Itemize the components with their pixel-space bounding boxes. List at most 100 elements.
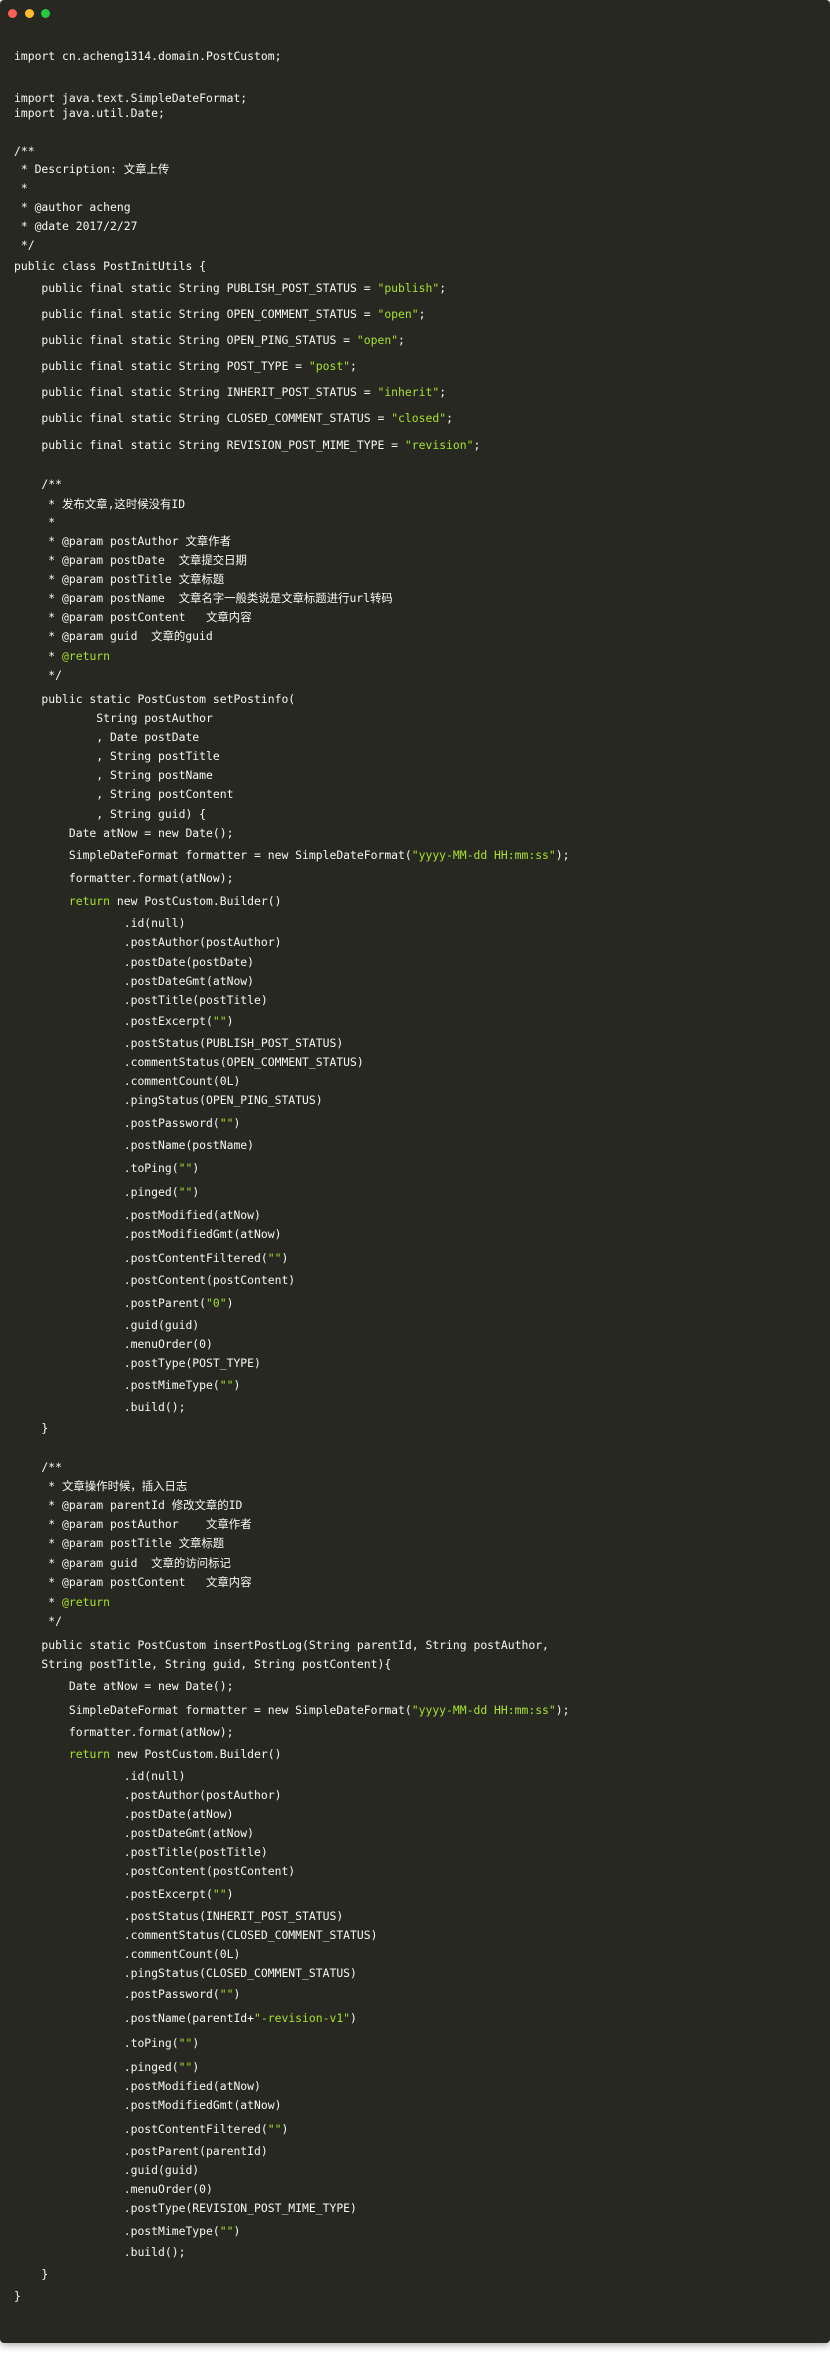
string-literal: "0" [206,1296,227,1310]
code-line: .postContentFiltered("") [14,2122,289,2137]
code-line: .postAuthor(postAuthor) [14,935,282,949]
code-text: .pinged( [14,1185,179,1199]
string-literal: "" [178,1185,193,1199]
keyword: return [68,1747,111,1761]
code-text: .postContentFiltered( [14,1251,268,1265]
close-window-icon[interactable] [8,9,17,18]
code-line: import java.util.Date; [14,106,165,120]
code-line: public final static String POST_TYPE = "… [14,359,356,374]
code-text: ) [226,1014,234,1028]
code-line: .pingStatus(CLOSED_COMMENT_STATUS) [14,1966,357,1980]
code-line: , Date postDate [14,730,200,744]
code-line: } [14,2289,21,2303]
string-literal: "" [219,2224,234,2238]
code-line: .postTitle(postTitle) [14,993,268,1007]
code-line: .postType(REVISION_POST_MIME_TYPE) [14,2201,357,2215]
code-line: * [14,515,56,529]
code-text: ; [418,307,426,321]
code-text: ) [192,1185,200,1199]
code-line: * @param postContent 文章内容 [14,1575,252,1589]
string-literal: "publish" [377,281,440,295]
code-line: */ [14,238,35,252]
code-line: return new PostCustom.Builder() [14,894,282,909]
code-line: } [14,2267,49,2281]
code-text: ) [192,2036,200,2050]
code-text: .postExcerpt( [14,1014,213,1028]
code-line: .postParent(parentId) [14,2144,268,2158]
code-line: .postContent(postContent) [14,1864,296,1878]
code-line: .postMimeType("") [14,1378,241,1393]
code-line: .toPing("") [14,1161,199,1176]
maximize-window-icon[interactable] [41,9,50,18]
code-text: ; [398,333,405,347]
code-line: .guid(guid) [14,2163,200,2177]
string-literal: "" [212,1014,227,1028]
string-literal: "" [219,1987,234,2001]
code-line: * @date 2017/2/27 [14,219,138,233]
string-literal: "open" [356,333,399,347]
code-line: .postMimeType("") [14,2224,241,2239]
string-literal: "-revision-v1" [254,2011,351,2025]
code-line: , String postTitle [14,749,220,763]
code-line: .guid(guid) [14,1318,200,1332]
code-line: * @return [14,649,110,664]
code-line: * @return [14,1595,110,1610]
code-text: public final static String INHERIT_POST_… [14,385,378,399]
code-line: import cn.acheng1314.domain.PostCustom; [14,49,282,63]
code-line: .menuOrder(0) [14,1337,213,1351]
string-literal: "" [212,1887,227,1901]
code-text: .postContentFiltered( [14,2122,268,2136]
code-line: , String guid) { [14,807,207,821]
code-text: new PostCustom.Builder() [110,1747,282,1761]
code-line: String postTitle, String guid, String po… [14,1657,392,1671]
code-line: * @param guid 文章的guid [14,629,213,643]
code-line: .postPassword("") [14,1987,241,2002]
code-line: public final static String OPEN_COMMENT_… [14,307,425,322]
code-text: SimpleDateFormat formatter = new SimpleD… [14,848,412,862]
code-text: SimpleDateFormat formatter = new SimpleD… [14,1703,412,1717]
code-text: ) [233,1116,241,1130]
window-titlebar [0,0,830,28]
code-line: * 发布文章,这时候没有ID [14,497,186,511]
code-line: .postAuthor(postAuthor) [14,1788,282,1802]
code-text: ; [446,411,453,425]
code-line: .postName(postName) [14,1138,255,1152]
code-line: .postContentFiltered("") [14,1251,289,1266]
code-text: new PostCustom.Builder() [110,894,282,908]
minimize-window-icon[interactable] [25,9,34,18]
code-text: public final static String POST_TYPE = [14,359,309,373]
code-line: .postParent("0") [14,1296,234,1311]
code-text: ) [233,2224,241,2238]
string-literal: "post" [308,359,351,373]
code-line: .build(); [14,1400,186,1414]
code-line: * @param postName 文章名字一般类说是文章标题进行url转码 [14,591,393,605]
string-literal: "" [267,2122,282,2136]
code-line: import java.text.SimpleDateFormat; [14,91,248,105]
code-line: .menuOrder(0) [14,2182,213,2196]
code-line: * @param postTitle 文章标题 [14,572,225,586]
code-line: formatter.format(atNow); [14,1725,234,1739]
code-line: String postAuthor [14,711,213,725]
code-line: * [14,181,28,195]
string-literal: "yyyy-MM-dd HH:mm:ss" [411,1703,556,1717]
code-line: .commentStatus(OPEN_COMMENT_STATUS) [14,1055,364,1069]
code-line: .commentCount(0L) [14,1947,241,1961]
code-line: public final static String OPEN_PING_STA… [14,333,405,348]
code-text: .postParent( [14,1296,207,1310]
string-literal: "inherit" [377,385,440,399]
code-text: .postPassword( [14,1116,220,1130]
code-line: public final static String INHERIT_POST_… [14,385,446,400]
code-text: public final static String OPEN_COMMENT_… [14,307,378,321]
keyword: @return [62,649,111,663]
code-line: SimpleDateFormat formatter = new SimpleD… [14,848,570,863]
code-text: ) [233,1378,241,1392]
code-text: ) [281,2122,289,2136]
code-line: * @param guid 文章的访问标记 [14,1556,231,1570]
code-line: * @param postTitle 文章标题 [14,1536,225,1550]
code-line: SimpleDateFormat formatter = new SimpleD… [14,1703,570,1718]
code-line: public static PostCustom insertPostLog(S… [14,1638,549,1652]
code-text: public final static String OPEN_PING_STA… [14,333,357,347]
code-line: * @author acheng [14,200,131,214]
code-line: .pingStatus(OPEN_PING_STATUS) [14,1093,323,1107]
